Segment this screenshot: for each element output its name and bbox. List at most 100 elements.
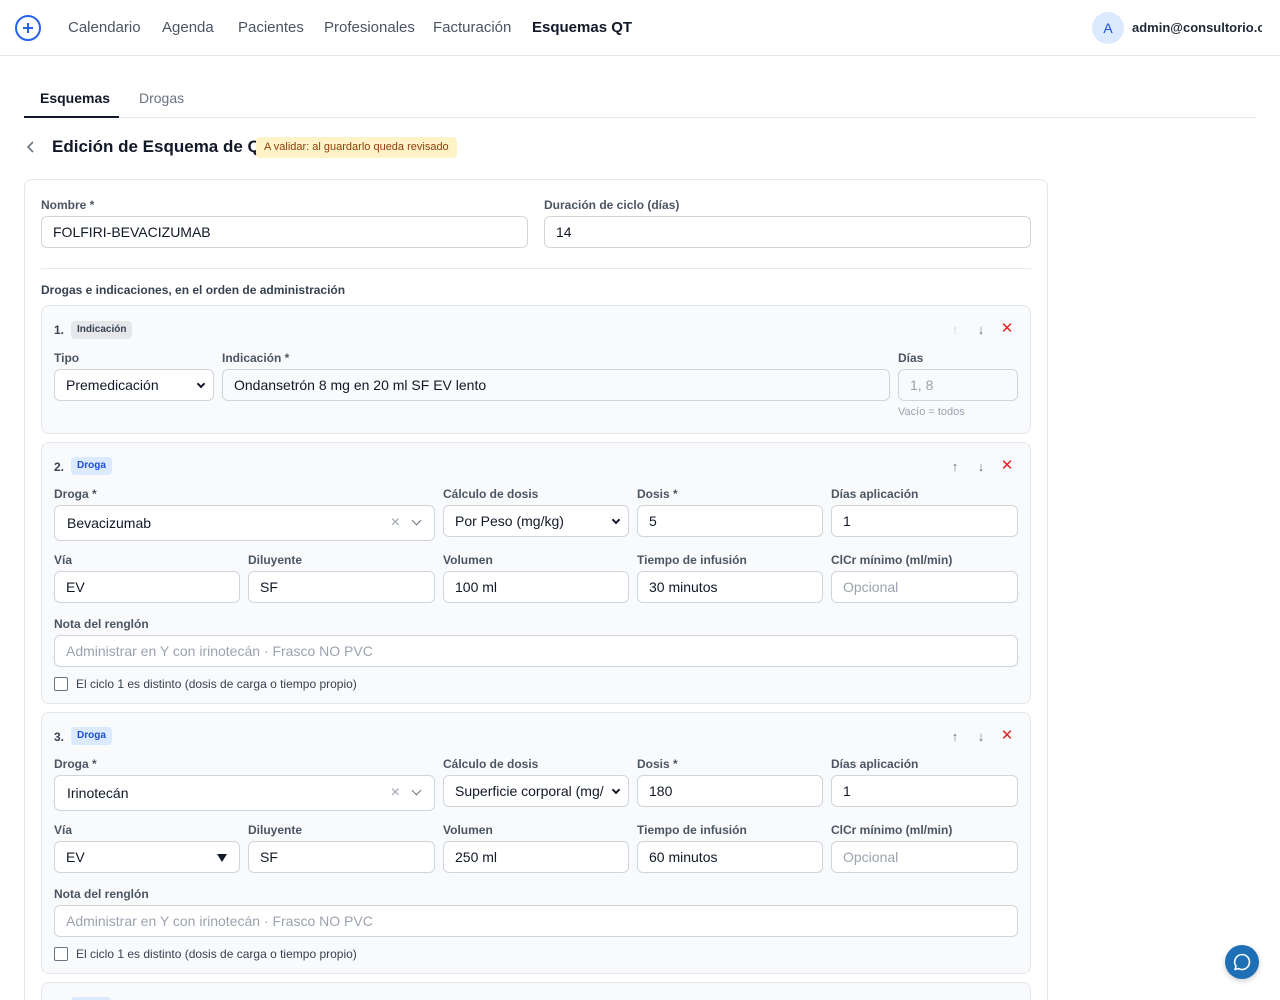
- volumen-label: Volumen: [443, 553, 493, 567]
- arrow-up-icon[interactable]: ↑: [948, 460, 962, 474]
- cycle-duration-input[interactable]: 14: [544, 216, 1031, 248]
- diluyente-label: Diluyente: [248, 553, 303, 567]
- section-label: Drogas e indicaciones, en el orden de ad…: [41, 283, 346, 297]
- calculo-label: Cálculo de dosis: [443, 487, 539, 501]
- arrow-down-icon[interactable]: ↓: [974, 460, 988, 474]
- dias-label: Días: [898, 351, 924, 365]
- tipo-value: Premedicación: [66, 377, 159, 393]
- droga-value: Irinotecán: [67, 785, 129, 801]
- name-label: Nombre *: [41, 198, 95, 212]
- dosis-label: Dosis *: [637, 487, 678, 501]
- nota-label: Nota del renglón: [54, 617, 149, 631]
- dias-aplicacion-input[interactable]: 1: [831, 775, 1018, 807]
- chevron-down-icon: [611, 785, 621, 795]
- indicacion-input[interactable]: Ondansetrón 8 mg en 20 ml SF EV lento: [222, 369, 890, 401]
- calculo-select[interactable]: Superficie corporal (mg/: [443, 775, 629, 807]
- close-icon[interactable]: ✕: [1000, 728, 1014, 743]
- page-title: Edición de Esquema de QT: [52, 137, 272, 156]
- nav-item-calendario[interactable]: Calendario: [68, 19, 141, 36]
- chevron-down-icon[interactable]: [411, 515, 422, 526]
- nav-item-esquemas-qt[interactable]: Esquemas QT: [532, 19, 632, 36]
- first-cycle-label[interactable]: El ciclo 1 es distinto (dosis de carga o…: [76, 677, 357, 691]
- first-cycle-checkbox[interactable]: [54, 947, 68, 961]
- indicacion-label: Indicación *: [222, 351, 290, 365]
- user-email[interactable]: admin@consultorio.c...: [1132, 20, 1262, 35]
- status-badge: A validar: al guardarlo queda revisado: [256, 137, 457, 158]
- chevron-down-icon: [196, 379, 206, 389]
- row-number: 1.: [54, 323, 65, 337]
- dosis-input[interactable]: 5: [637, 505, 823, 537]
- droga-combobox[interactable]: Irinotecán ×: [54, 775, 435, 811]
- dias-aplicacion-label: Días aplicación: [831, 757, 919, 771]
- via-value: EV: [66, 849, 85, 865]
- clcr-input[interactable]: Opcional: [831, 571, 1018, 603]
- clcr-label: ClCr mínimo (ml/min): [831, 823, 953, 837]
- chevron-left-icon[interactable]: [26, 140, 36, 154]
- nota-input[interactable]: Administrar en Y con irinotecán · Frasco…: [54, 635, 1018, 667]
- name-input[interactable]: FOLFIRI-BEVACIZUMAB: [41, 216, 528, 248]
- calculo-select[interactable]: Por Peso (mg/kg): [443, 505, 629, 537]
- chat-bubble-icon: [1233, 953, 1251, 971]
- nav-item-facturacion[interactable]: Facturación: [433, 19, 511, 36]
- chat-button[interactable]: [1225, 945, 1259, 979]
- nav-item-profesionales[interactable]: Profesionales: [324, 19, 415, 36]
- chevron-down-icon: [611, 515, 621, 525]
- via-input[interactable]: EV: [54, 571, 240, 603]
- row-type-badge: Droga: [71, 457, 112, 475]
- calculo-value: Por Peso (mg/kg): [455, 513, 564, 529]
- clcr-input[interactable]: Opcional: [831, 841, 1018, 873]
- dosis-input[interactable]: 180: [637, 775, 823, 807]
- tipo-label: Tipo: [54, 351, 80, 365]
- droga-label: Droga *: [54, 757, 97, 771]
- arrow-down-icon[interactable]: ↓: [974, 730, 988, 744]
- plus-circle-icon[interactable]: [15, 15, 41, 41]
- dias-aplicacion-input[interactable]: 1: [831, 505, 1018, 537]
- calculo-value: Superficie corporal (mg/: [455, 783, 604, 799]
- nota-input[interactable]: Administrar en Y con irinotecán · Frasco…: [54, 905, 1018, 937]
- clcr-label: ClCr mínimo (ml/min): [831, 553, 953, 567]
- tab-drogas[interactable]: Drogas: [139, 90, 184, 106]
- via-label: Vía: [54, 553, 73, 567]
- close-icon[interactable]: ✕: [1000, 458, 1014, 473]
- tiempo-label: Tiempo de infusión: [637, 823, 747, 837]
- active-tab-indicator: [24, 116, 119, 118]
- avatar[interactable]: A: [1092, 12, 1124, 44]
- arrow-down-icon[interactable]: ↓: [974, 323, 988, 337]
- tiempo-input[interactable]: 60 minutos: [637, 841, 823, 873]
- dias-input[interactable]: 1, 8: [898, 369, 1018, 401]
- nav-item-pacientes[interactable]: Pacientes: [238, 19, 304, 36]
- chevron-down-icon[interactable]: [411, 785, 422, 796]
- volumen-input[interactable]: 250 ml: [443, 841, 629, 873]
- nav-item-agenda[interactable]: Agenda: [162, 19, 214, 36]
- clear-icon[interactable]: ×: [391, 776, 400, 810]
- dosis-label: Dosis *: [637, 757, 678, 771]
- arrow-up-icon[interactable]: ↑: [948, 730, 962, 744]
- tab-esquemas[interactable]: Esquemas: [40, 90, 110, 106]
- close-icon[interactable]: ✕: [1000, 321, 1014, 336]
- top-navbar: Calendario Agenda Pacientes Profesionale…: [0, 0, 1280, 56]
- cycle-label: Duración de ciclo (días): [544, 198, 680, 212]
- droga-combobox[interactable]: Bevacizumab ×: [54, 505, 435, 541]
- diluyente-input[interactable]: SF: [248, 571, 435, 603]
- clear-icon[interactable]: ×: [391, 506, 400, 540]
- via-select[interactable]: EV: [54, 841, 240, 873]
- tipo-select[interactable]: Premedicación: [54, 369, 214, 401]
- list-item: [41, 982, 1031, 1000]
- diluyente-label: Diluyente: [248, 823, 303, 837]
- nota-label: Nota del renglón: [54, 887, 149, 901]
- diluyente-input[interactable]: SF: [248, 841, 435, 873]
- volumen-input[interactable]: 100 ml: [443, 571, 629, 603]
- divider: [41, 268, 1031, 269]
- section-tabs: Esquemas Drogas: [24, 80, 1256, 118]
- row-type-badge: Indicación: [71, 321, 133, 339]
- list-item: 1. Indicación ↑ ↓ ✕ Tipo Premedicación I…: [41, 305, 1031, 434]
- first-cycle-label[interactable]: El ciclo 1 es distinto (dosis de carga o…: [76, 947, 357, 961]
- list-item: 2. Droga ↑ ↓ ✕ Droga * Bevacizumab × Cál…: [41, 442, 1031, 704]
- row-number: 2.: [54, 460, 65, 474]
- droga-value: Bevacizumab: [67, 515, 152, 531]
- droga-label: Droga *: [54, 487, 97, 501]
- tiempo-input[interactable]: 30 minutos: [637, 571, 823, 603]
- row-number: 3.: [54, 730, 65, 744]
- dias-hint: Vacío = todos: [898, 406, 965, 418]
- first-cycle-checkbox[interactable]: [54, 677, 68, 691]
